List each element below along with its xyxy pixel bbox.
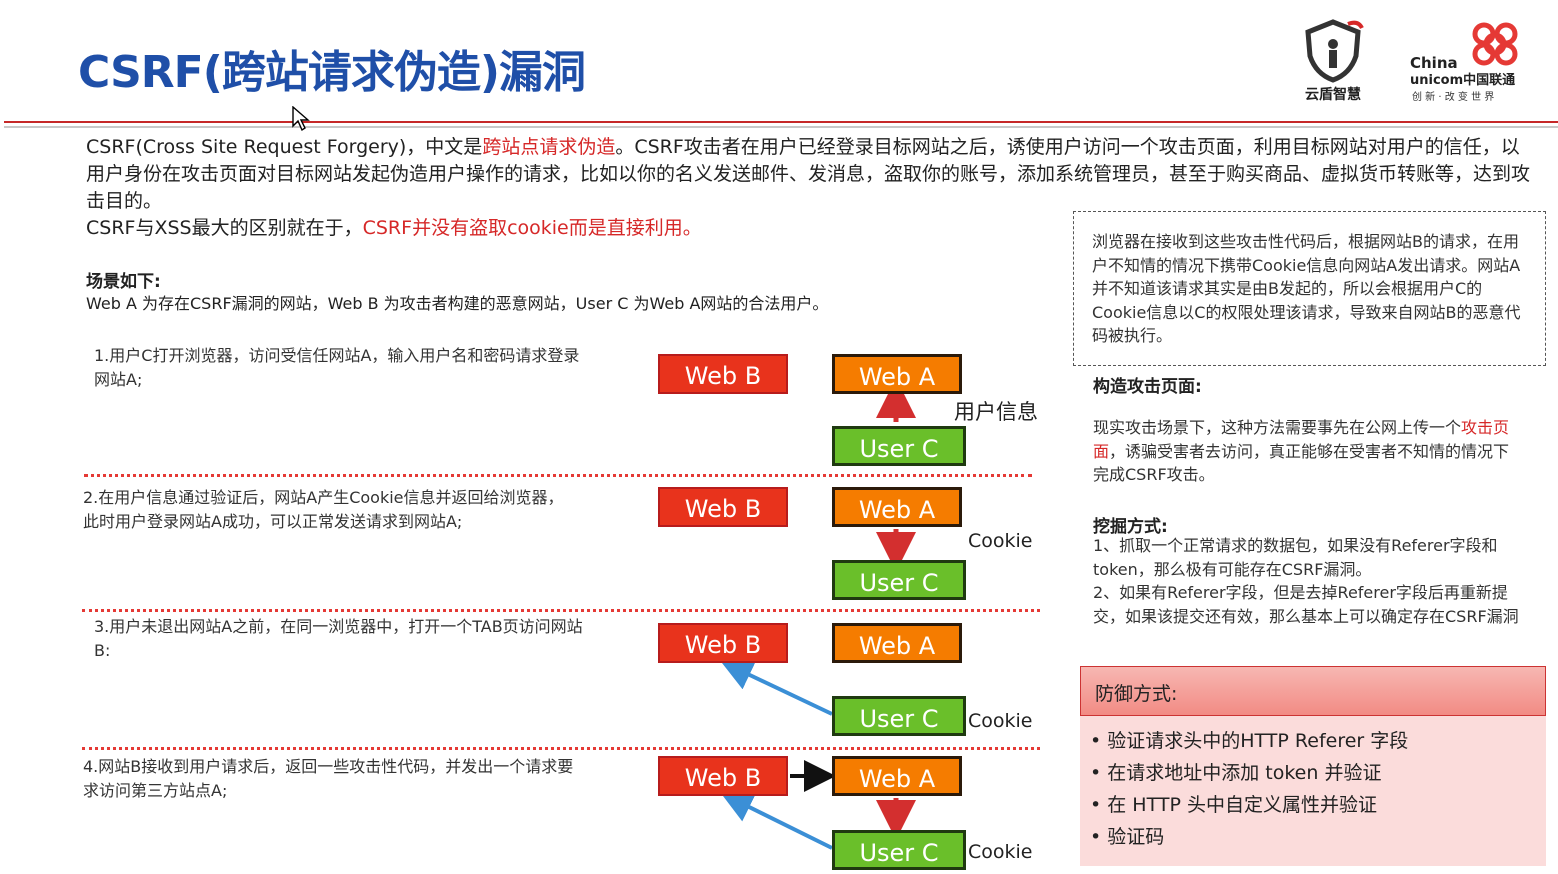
arrow-user-to-webb-2 [720,792,833,850]
web-a-box: Web A [832,487,962,527]
defense-item: • 验证码 [1090,826,1165,848]
label-cookie: Cookie [968,841,1033,863]
mouse-cursor-icon [292,106,310,132]
web-b-box: Web B [658,623,788,663]
user-c-box: User C [832,696,966,736]
web-b-box: Web B [658,756,788,796]
web-a-box: Web A [832,756,962,796]
label-cookie: Cookie [968,710,1033,732]
build-attack-text: 现实攻击场景下，这种方法需要事先在公网上传一个攻击页面，诱骗受害者去访问，真正能… [1093,418,1510,484]
defense-item: • 在请求地址中添加 token 并验证 [1090,762,1382,784]
web-b-box: Web B [658,354,788,394]
user-c-box: User C [832,426,966,466]
web-b-box: Web B [658,487,788,527]
browser-explanation-box: 浏览器在接收到这些攻击性代码后，根据网站B的请求，在用户不知情的情况下携带Coo… [1073,211,1546,366]
web-a-box: Web A [832,623,962,663]
build-attack-heading: 构造攻击页面: [1093,377,1202,397]
label-user-info: 用户信息 [954,400,1038,424]
web-a-box: Web A [832,354,962,394]
label-cookie: Cookie [968,530,1033,552]
defense-item: • 在 HTTP 头中自定义属性并验证 [1090,794,1377,816]
user-c-box: User C [832,560,966,600]
defense-list: • 验证请求头中的HTTP Referer 字段 • 在请求地址中添加 toke… [1080,716,1546,866]
arrow-user-to-webb [720,660,833,716]
user-c-box: User C [832,830,966,870]
mining-item-1: 1、抓取一个正常请求的数据包，如果没有Referer字段和token，那么极有可… [1093,536,1498,579]
defense-item: • 验证请求头中的HTTP Referer 字段 [1090,730,1409,752]
mining-item-2: 2、如果有Referer字段，但是去掉Referer字段后再重新提交，如果该提交… [1093,583,1519,626]
defense-heading: 防御方式: [1080,666,1546,716]
